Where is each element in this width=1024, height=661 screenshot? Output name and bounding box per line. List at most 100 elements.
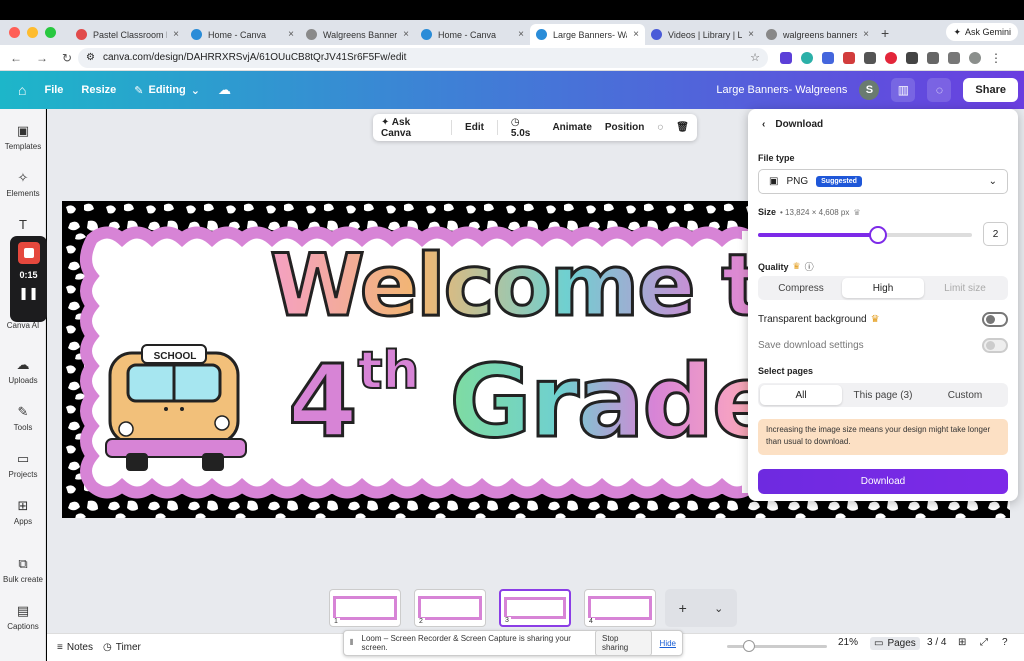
page-thumbnail[interactable]: 2: [414, 589, 486, 627]
zoom-handle[interactable]: [743, 640, 755, 652]
stop-icon: [23, 248, 34, 258]
minimize-window-icon[interactable]: [27, 27, 38, 38]
puzzle-icon[interactable]: [927, 51, 939, 64]
sidebar-item-text[interactable]: T: [0, 217, 46, 236]
resize-button[interactable]: Resize: [81, 84, 116, 96]
new-tab-icon[interactable]: +: [881, 25, 889, 41]
add-page-icon[interactable]: +: [679, 600, 687, 616]
sidebar-item-canva-ai[interactable]: Canva AI: [0, 321, 46, 330]
share-button[interactable]: Share: [963, 78, 1018, 102]
tab-close-icon[interactable]: ×: [173, 29, 179, 40]
tab-close-icon[interactable]: ×: [748, 29, 754, 40]
browser-tab[interactable]: Videos | Library | Loo×: [645, 24, 760, 45]
close-window-icon[interactable]: [9, 27, 20, 38]
transparent-toggle[interactable]: [982, 312, 1008, 327]
help-icon[interactable]: ?: [1002, 637, 1008, 648]
bookmark-star-icon[interactable]: ☆: [750, 51, 760, 64]
ask-canva-button[interactable]: ✦ Ask Canva: [381, 117, 438, 139]
download-icon[interactable]: [948, 51, 960, 64]
bulk-icon: ⧉: [18, 556, 28, 571]
back-icon[interactable]: ←: [10, 51, 22, 65]
extension-icon[interactable]: [801, 51, 813, 64]
page-thumbnail[interactable]: 1: [329, 589, 401, 627]
edit-button[interactable]: Edit: [465, 122, 484, 133]
save-settings-toggle[interactable]: [982, 338, 1008, 353]
site-info-icon[interactable]: ⚙: [86, 52, 95, 63]
file-menu[interactable]: File: [44, 84, 63, 96]
duration-button[interactable]: ◷ 5.0s: [511, 117, 540, 139]
cloud-saved-icon[interactable]: ☁: [218, 82, 231, 98]
sidebar-item-uploads[interactable]: ☁ Uploads: [0, 357, 46, 385]
size-input[interactable]: 2: [983, 222, 1008, 246]
stop-sharing-button[interactable]: Stop sharing: [594, 630, 652, 656]
tab-close-icon[interactable]: ×: [863, 29, 869, 40]
zoom-level[interactable]: 21%: [838, 637, 858, 648]
pages-all[interactable]: All: [760, 385, 842, 405]
design-title[interactable]: Large Banners- Walgreens: [716, 84, 847, 96]
chevron-down-icon[interactable]: ⌄: [714, 602, 723, 615]
tab-close-icon[interactable]: ×: [633, 29, 639, 40]
info-icon[interactable]: ⓘ: [805, 260, 814, 273]
pinterest-icon[interactable]: [885, 51, 897, 64]
slider-handle[interactable]: [868, 226, 887, 244]
comment-icon[interactable]: ◌: [927, 78, 952, 102]
tab-close-icon[interactable]: ×: [288, 29, 294, 40]
animate-button[interactable]: Animate: [552, 122, 591, 133]
pause-icon[interactable]: ❚❚: [18, 286, 38, 300]
add-comment-icon[interactable]: ◌: [657, 122, 663, 133]
profile-icon[interactable]: [969, 51, 981, 64]
quality-compress[interactable]: Compress: [760, 278, 842, 298]
page-thumbnail[interactable]: 4: [584, 589, 656, 627]
timer-button[interactable]: ◷ Timer: [103, 642, 141, 653]
url-field[interactable]: ⚙ canva.com/design/DAHRRXRSvjA/61OUuCB8t…: [78, 47, 768, 68]
ask-gemini-button[interactable]: ✦ Ask Gemini: [946, 23, 1018, 41]
template-icon: ▣: [16, 123, 30, 138]
page-thumbnail-active[interactable]: 3: [499, 589, 571, 627]
forward-icon[interactable]: →: [36, 51, 48, 65]
quality-high[interactable]: High: [842, 278, 924, 298]
browser-tab[interactable]: Home - Canva ×: [415, 24, 530, 45]
notes-button[interactable]: ≡ Notes: [57, 642, 93, 653]
stop-recording-button[interactable]: [17, 242, 40, 264]
browser-tab[interactable]: Walgreens Banner Te×: [300, 24, 415, 45]
sidebar-item-elements[interactable]: ✧ Elements: [0, 170, 46, 198]
trash-icon[interactable]: 🗑: [676, 122, 689, 133]
extension-icon[interactable]: [780, 51, 792, 64]
back-chevron-icon[interactable]: ‹: [762, 119, 765, 130]
sidebar-item-apps[interactable]: ⊞ Apps: [0, 498, 46, 526]
position-button[interactable]: Position: [605, 122, 644, 133]
file-type-select[interactable]: ▣ PNG Suggested ⌄: [758, 169, 1008, 194]
pages-this-page[interactable]: This page (3): [842, 385, 924, 405]
pages-button[interactable]: ▭ Pages: [870, 637, 920, 650]
hide-link[interactable]: Hide: [660, 639, 676, 648]
grid-view-icon[interactable]: ⊞: [958, 637, 966, 648]
quality-limit-size[interactable]: Limit size: [924, 278, 1006, 298]
sidebar-item-captions[interactable]: ▤ Captions: [0, 603, 46, 631]
analytics-icon[interactable]: ▥: [891, 78, 916, 102]
menu-kebab-icon[interactable]: ⋮: [990, 51, 1002, 65]
sidebar-item-tools[interactable]: ✎ Tools: [0, 404, 46, 432]
extension-icon[interactable]: [822, 51, 834, 64]
pages-custom[interactable]: Custom: [924, 385, 1006, 405]
browser-tab-active[interactable]: Large Banners- Walg×: [530, 24, 645, 45]
reload-icon[interactable]: ↻: [62, 51, 72, 65]
avatar[interactable]: S: [859, 80, 880, 100]
browser-tab[interactable]: Pastel Classroom Dec×: [70, 24, 185, 45]
extension-icon[interactable]: [864, 51, 876, 64]
sidebar-item-projects[interactable]: ▭ Projects: [0, 451, 46, 479]
fullscreen-icon[interactable]: ⤢: [980, 637, 988, 648]
maximize-window-icon[interactable]: [45, 27, 56, 38]
download-button[interactable]: Download: [758, 469, 1008, 494]
browser-tab[interactable]: Home - Canva ×: [185, 24, 300, 45]
eyedropper-icon[interactable]: [906, 51, 918, 64]
size-slider[interactable]: [758, 226, 972, 244]
sidebar-item-bulk-create[interactable]: ⧉ Bulk create: [0, 556, 46, 584]
tab-close-icon[interactable]: ×: [518, 29, 524, 40]
editing-menu[interactable]: ✎ Editing ⌄: [134, 84, 200, 97]
home-icon[interactable]: ⌂: [18, 82, 26, 98]
zoom-slider[interactable]: [727, 640, 827, 652]
extension-icon[interactable]: [843, 51, 855, 64]
tab-close-icon[interactable]: ×: [403, 29, 409, 40]
browser-tab[interactable]: walgreens banners - ×: [760, 24, 875, 45]
sidebar-item-templates[interactable]: ▣ Templates: [0, 123, 46, 151]
